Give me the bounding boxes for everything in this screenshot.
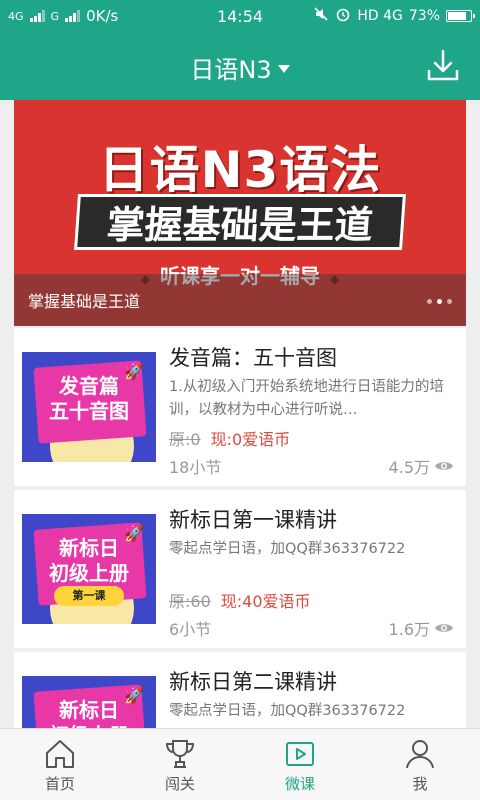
eye-icon xyxy=(435,624,453,632)
course-description: 1.从初级入门开始系统地进行日语能力的培训，以教材为中心进行听说… xyxy=(169,379,444,418)
bottom-tabbar: 首页 闯关 微课 我 xyxy=(0,728,480,800)
view-count: 4.5万 xyxy=(389,454,454,478)
course-prices: 原:60 现:40爱语币 xyxy=(169,588,311,612)
original-price: 原:0 xyxy=(169,430,201,449)
promo-banner[interactable]: 日语N3语法 掌握基础是王道 听课享一对一辅导 掌握基础是王道 xyxy=(14,100,466,326)
carousel-dot xyxy=(427,299,432,304)
original-price: 原:60 xyxy=(169,592,211,611)
thumbnail-text: 新标日初级上册 xyxy=(49,536,129,585)
network-speed: 0K/s xyxy=(86,7,119,25)
page-title: 日语N3 xyxy=(190,56,272,84)
tab-home[interactable]: 首页 xyxy=(0,729,120,800)
course-thumbnail: 🚀 新标日 初级上册 第一课 xyxy=(22,514,156,624)
network-type-right: HD 4G xyxy=(357,8,403,24)
current-price: 现:40爱语币 xyxy=(220,592,311,611)
session-count: 6小节 xyxy=(169,620,212,639)
status-right: HD 4G 73% xyxy=(313,6,475,26)
course-title: 新标日第二课精讲 xyxy=(169,670,337,694)
course-card[interactable]: 🚀 发音篇 五十音图 发音篇：五十音图 1.从初级入门开始系统地进行日语能力的培训… xyxy=(14,328,466,486)
play-video-icon xyxy=(286,742,314,766)
tab-label: 首页 xyxy=(44,775,75,793)
session-count: 18小节 xyxy=(169,458,222,477)
course-card[interactable]: 🚀 新标日 初级上册 第一课 新标日第一课精讲 零起点学日语，加QQ群363376… xyxy=(14,490,466,648)
mute-icon xyxy=(313,6,329,26)
tab-micro-course[interactable]: 微课 xyxy=(240,729,360,800)
course-description: 零起点学日语，加QQ群363376722 xyxy=(169,541,406,557)
eye-icon xyxy=(435,462,453,470)
course-meta: 18小节 4.5万 xyxy=(169,454,454,478)
tab-me[interactable]: 我 xyxy=(360,729,480,800)
user-icon xyxy=(406,740,434,769)
tab-label: 我 xyxy=(412,775,428,793)
course-meta: 6小节 1.6万 xyxy=(169,616,454,640)
trophy-icon xyxy=(165,740,195,768)
signal-icon-2 xyxy=(65,10,81,22)
alarm-icon xyxy=(335,6,351,26)
download-icon xyxy=(427,49,459,81)
carousel-dot xyxy=(447,299,452,304)
home-icon xyxy=(46,740,74,768)
network-type-1: 4G xyxy=(8,9,24,23)
course-thumbnail: 🚀 发音篇 五十音图 xyxy=(22,352,156,462)
banner-caption: 掌握基础是王道 xyxy=(28,292,141,311)
thumbnail-text: 发音篇 五十音图 xyxy=(49,374,129,423)
dropdown-arrow-icon xyxy=(277,64,290,73)
tab-label: 微课 xyxy=(284,775,315,793)
thumbnail-badge: 第一课 xyxy=(54,586,124,606)
current-price: 现:0爱语币 xyxy=(210,430,291,449)
carousel-dot-active xyxy=(437,299,442,304)
course-title: 新标日第一课精讲 xyxy=(169,508,337,532)
tab-challenge[interactable]: 闯关 xyxy=(120,729,240,800)
view-count: 1.6万 xyxy=(389,616,454,640)
level-selector[interactable]: 日语N3 xyxy=(0,50,480,85)
status-bar: 4G G 0K/s 14:54 HD 4G 73% xyxy=(0,0,480,32)
status-left: 4G G 0K/s xyxy=(8,7,178,25)
signal-icon xyxy=(29,10,45,22)
carousel-indicator xyxy=(427,299,452,304)
tab-label: 闯关 xyxy=(164,775,195,793)
banner-subtitle: 掌握基础是王道 xyxy=(74,194,406,250)
banner-title: 日语N3语法 xyxy=(98,141,382,199)
download-button[interactable] xyxy=(424,46,462,84)
course-prices: 原:0 现:0爱语币 xyxy=(169,426,290,450)
course-title: 发音篇：五十音图 xyxy=(169,346,337,370)
battery-icon xyxy=(446,10,475,22)
top-navbar: 日语N3 xyxy=(0,32,480,100)
network-type-2: G xyxy=(50,9,60,23)
course-description: 零起点学日语，加QQ群363376722 xyxy=(169,703,406,719)
battery-percent: 73% xyxy=(408,8,440,24)
